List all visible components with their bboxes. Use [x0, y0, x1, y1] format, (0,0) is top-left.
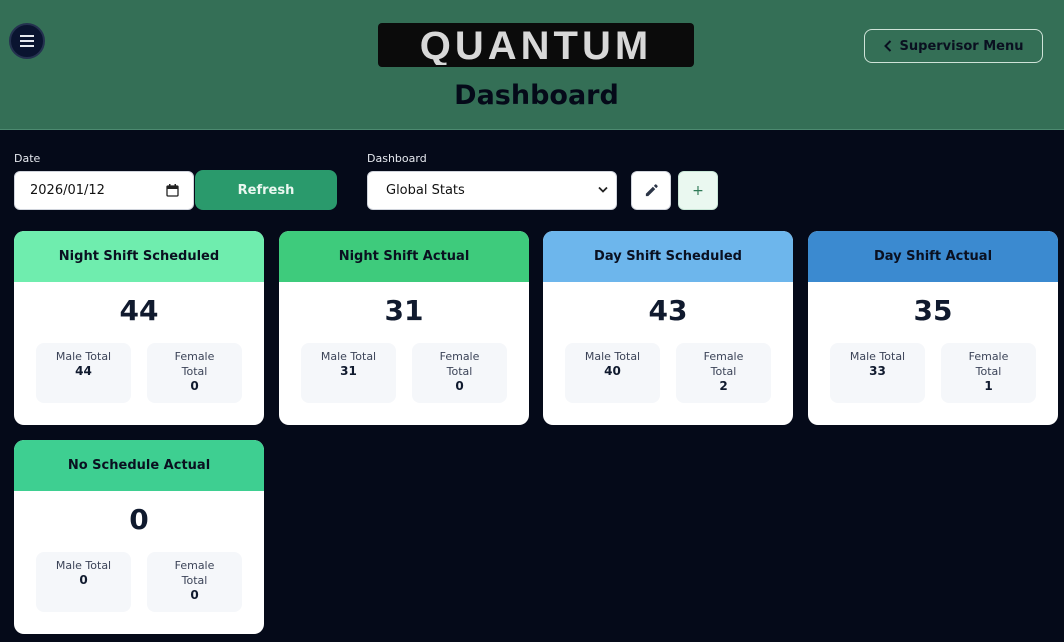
female-total-value: 0 [455, 379, 464, 393]
dashboard-selected-value: Global Stats [386, 183, 465, 198]
quantum-logo: QUANTUM [378, 23, 694, 67]
dashboard-label: Dashboard [367, 152, 427, 165]
refresh-button[interactable]: Refresh [195, 170, 337, 210]
male-total-box: Male Total 31 [301, 343, 396, 403]
add-dashboard-button[interactable]: + [678, 171, 718, 210]
hamburger-icon [20, 35, 34, 47]
female-total-box: Female Total 0 [412, 343, 507, 403]
male-total-value: 31 [340, 364, 357, 378]
card-title: Day Shift Scheduled [543, 231, 793, 282]
female-total-label: Female Total [174, 350, 215, 378]
female-total-label: Female Total [968, 350, 1009, 378]
dashboard-select[interactable]: Global Stats [367, 171, 617, 210]
svg-text:QUANTUM: QUANTUM [420, 25, 652, 65]
male-total-label: Male Total [55, 559, 112, 572]
male-total-label: Male Total [584, 350, 641, 363]
edit-dashboard-button[interactable] [631, 171, 671, 210]
female-total-label: Female Total [703, 350, 744, 378]
card-day-shift-scheduled: Day Shift Scheduled 43 Male Total 40 Fem… [543, 231, 793, 425]
card-day-shift-actual: Day Shift Actual 35 Male Total 33 Female… [808, 231, 1058, 425]
female-total-box: Female Total 0 [147, 552, 242, 612]
female-total-value: 0 [190, 379, 199, 393]
male-total-value: 40 [604, 364, 621, 378]
card-title: No Schedule Actual [14, 440, 264, 491]
card-total: 35 [913, 294, 953, 327]
date-input[interactable]: 2026/01/12 [14, 171, 194, 210]
card-title: Day Shift Actual [808, 231, 1058, 282]
female-total-value: 1 [984, 379, 993, 393]
male-total-box: Male Total 44 [36, 343, 131, 403]
male-total-box: Male Total 0 [36, 552, 131, 612]
male-total-label: Male Total [849, 350, 906, 363]
male-total-label: Male Total [55, 350, 112, 363]
pencil-icon [645, 184, 658, 197]
male-total-box: Male Total 33 [830, 343, 925, 403]
card-no-schedule-actual: No Schedule Actual 0 Male Total 0 Female… [14, 440, 264, 634]
chevron-left-icon [883, 40, 891, 52]
menu-button[interactable] [9, 23, 45, 59]
male-total-value: 44 [75, 364, 92, 378]
male-total-box: Male Total 40 [565, 343, 660, 403]
female-total-box: Female Total 1 [941, 343, 1036, 403]
header-bar: QUANTUM Dashboard Supervisor Menu [0, 0, 1064, 130]
card-total: 44 [119, 294, 159, 327]
date-label: Date [14, 152, 41, 165]
male-total-label: Male Total [320, 350, 377, 363]
supervisor-menu-button[interactable]: Supervisor Menu [864, 29, 1043, 63]
card-total: 0 [129, 503, 149, 536]
card-total: 43 [648, 294, 688, 327]
female-total-box: Female Total 2 [676, 343, 771, 403]
female-total-value: 0 [190, 588, 199, 602]
plus-icon: + [692, 182, 704, 199]
card-night-shift-scheduled: Night Shift Scheduled 44 Male Total 44 F… [14, 231, 264, 425]
page-title: Dashboard [454, 80, 619, 111]
calendar-icon[interactable] [166, 184, 179, 197]
male-total-value: 0 [79, 573, 88, 587]
card-night-shift-actual: Night Shift Actual 31 Male Total 31 Fema… [279, 231, 529, 425]
card-title: Night Shift Scheduled [14, 231, 264, 282]
male-total-value: 33 [869, 364, 886, 378]
female-total-box: Female Total 0 [147, 343, 242, 403]
supervisor-menu-label: Supervisor Menu [899, 38, 1024, 54]
female-total-label: Female Total [174, 559, 215, 587]
female-total-label: Female Total [439, 350, 480, 378]
female-total-value: 2 [719, 379, 728, 393]
card-title: Night Shift Actual [279, 231, 529, 282]
card-total: 31 [384, 294, 424, 327]
chevron-down-icon [598, 186, 608, 193]
date-value: 2026/01/12 [30, 183, 105, 198]
